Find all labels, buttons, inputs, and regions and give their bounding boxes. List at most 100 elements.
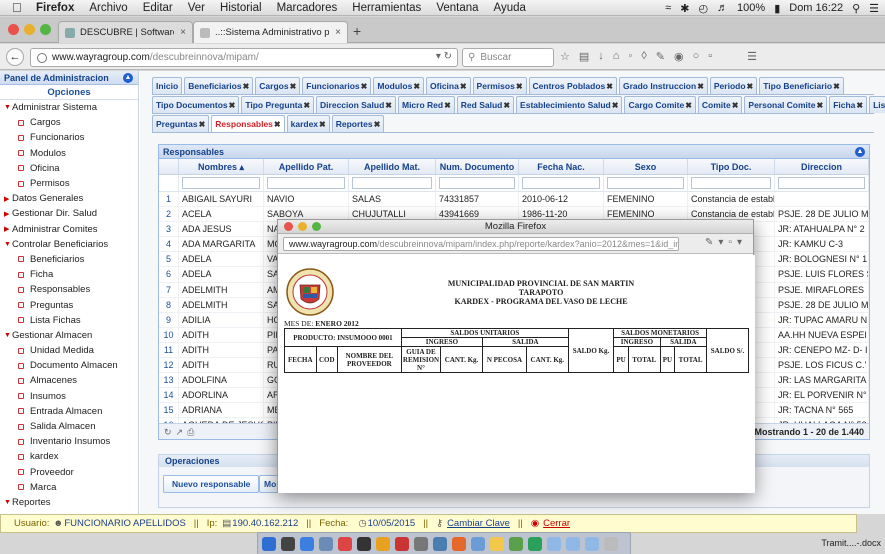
close-tab-icon[interactable]: ✖ (516, 82, 523, 91)
module-tab[interactable]: Comite ✖ (697, 96, 743, 113)
column-filter-input[interactable] (522, 177, 600, 189)
addon-icon[interactable]: ◉ (674, 50, 684, 63)
itunes-icon[interactable] (338, 536, 352, 551)
menu-archivo[interactable]: Archivo (89, 2, 127, 14)
close-tab-icon[interactable]: ✖ (199, 120, 206, 129)
menu-ayuda[interactable]: Ayuda (494, 2, 526, 14)
extension-icon[interactable]: ✎ (705, 237, 718, 248)
sidebar-item[interactable]: Entrada Almacen (0, 404, 138, 419)
expanded-arrow-icon[interactable]: ▼ (4, 332, 12, 339)
sidebar-item[interactable]: Beneficiarios (0, 252, 138, 267)
close-tab-icon[interactable]: ✖ (290, 82, 297, 91)
virtualbox-icon[interactable] (433, 536, 447, 551)
module-tab[interactable]: Funcionarios ✖ (302, 77, 372, 94)
module-tab[interactable]: Responsables ✖ (211, 115, 285, 132)
module-tab[interactable]: Red Salud ✖ (456, 96, 515, 113)
dropdown-icon[interactable]: ▾ (718, 237, 728, 248)
bluetooth-icon[interactable]: ✱ (680, 2, 689, 15)
close-tab-icon[interactable]: ✖ (816, 101, 823, 110)
popup-titlebar[interactable]: Mozilla Firefox (278, 220, 753, 234)
collapsed-arrow-icon[interactable]: ▶ (4, 225, 12, 233)
zoom-window-icon[interactable] (40, 24, 51, 35)
sidebar-item[interactable]: Marca (0, 480, 138, 495)
column-filter-input[interactable] (691, 177, 771, 189)
close-tab-icon[interactable]: ✖ (243, 82, 250, 91)
sidebar-item[interactable]: ▼ Reportes (0, 495, 138, 510)
refresh-icon[interactable]: ↻ (164, 427, 176, 437)
opera-icon[interactable] (395, 536, 409, 551)
module-tab[interactable]: Lista Fichas✖ (869, 96, 885, 113)
module-tab[interactable]: Centros Poblados ✖ (528, 77, 617, 94)
change-password-link[interactable]: Cambiar Clave (447, 518, 510, 529)
back-arrow-icon[interactable]: ← (6, 48, 24, 66)
clipboard-icon[interactable]: ▫ (728, 237, 737, 248)
column-filter-input[interactable] (778, 177, 865, 189)
close-tab-icon[interactable]: ✖ (460, 82, 467, 91)
app-icon[interactable] (509, 536, 523, 551)
apple-icon[interactable]:  (12, 0, 26, 15)
export-icon[interactable]: ↗ (176, 427, 188, 437)
close-tab-icon[interactable]: ✖ (503, 101, 510, 110)
close-tab-icon[interactable]: ✖ (374, 120, 381, 129)
chrome-icon[interactable] (376, 536, 390, 551)
module-tab[interactable]: Oficina ✖ (426, 77, 471, 94)
module-tab[interactable]: Tipo Documentos ✖ (152, 96, 240, 113)
sidebar-item[interactable]: ▶ Gestionar Dir. Salud (0, 206, 138, 221)
expanded-arrow-icon[interactable]: ▼ (4, 104, 12, 111)
minimize-window-icon[interactable] (24, 24, 35, 35)
menu-ventana[interactable]: Ventana (436, 2, 478, 14)
close-tab-icon[interactable]: ✖ (385, 101, 392, 110)
module-tab[interactable]: Ficha ✖ (829, 96, 868, 113)
menu-editar[interactable]: Editar (143, 2, 173, 14)
new-responsable-button[interactable]: Nuevo responsable (163, 475, 260, 493)
close-tab-icon[interactable]: × (335, 27, 341, 38)
menu-ver[interactable]: Ver (188, 2, 205, 14)
table-row[interactable]: 1 ABIGAIL SAYURI NAVIO SALAS 74331857 2010-06… (159, 192, 869, 208)
time-machine-icon[interactable]: ◴ (698, 2, 708, 15)
close-tab-icon[interactable]: ✖ (606, 82, 613, 91)
close-tab-icon[interactable]: ✖ (856, 101, 863, 110)
sidebar-item[interactable]: kardex (0, 449, 138, 464)
sidebar-item[interactable]: Almacenes (0, 373, 138, 388)
expanded-arrow-icon[interactable]: ▼ (4, 241, 12, 248)
sidebar-item[interactable]: Insumos (0, 389, 138, 404)
menubar-clock[interactable]: Dom 16:22 (789, 2, 843, 14)
firefox-icon[interactable] (452, 536, 466, 551)
module-tab[interactable]: Cargos ✖ (255, 77, 301, 94)
sidebar-item[interactable]: Responsables (0, 282, 138, 297)
expanded-arrow-icon[interactable]: ▼ (4, 499, 12, 506)
notes-icon[interactable] (490, 536, 504, 551)
collapsed-arrow-icon[interactable]: ▶ (4, 210, 12, 218)
close-tab-icon[interactable]: ✖ (685, 101, 692, 110)
notification-center-icon[interactable]: ☰ (869, 2, 879, 15)
sidebar-item[interactable]: Preguntas (0, 297, 138, 312)
popup-url-input[interactable]: www.wayragroup.com/descubreinnova/mipam/… (283, 237, 679, 251)
trash-icon[interactable] (604, 536, 618, 551)
column-filter-input[interactable] (352, 177, 432, 189)
sidebar-item[interactable]: Documento Almacen (0, 358, 138, 373)
sidebar-item[interactable]: Inventario Insumos (0, 434, 138, 449)
folder-icon[interactable] (566, 536, 580, 551)
module-tab[interactable]: Permisos ✖ (472, 77, 527, 94)
module-tab[interactable]: Modulos ✖ (373, 77, 425, 94)
module-tab[interactable]: Inicio (152, 77, 183, 94)
edit-icon[interactable]: ✎ (656, 50, 665, 63)
wifi-icon[interactable]: ≈ (665, 2, 671, 14)
module-tab[interactable]: Cargo Comite ✖ (624, 96, 696, 113)
close-tab-icon[interactable]: ✖ (732, 101, 739, 110)
close-tab-icon[interactable]: ✖ (303, 101, 310, 110)
chat-icon[interactable]: ○ (693, 50, 700, 63)
app-icon[interactable] (414, 536, 428, 551)
close-tab-icon[interactable]: ✖ (229, 101, 236, 110)
module-tab[interactable]: Tipo Pregunta ✖ (241, 96, 315, 113)
safari-icon[interactable] (300, 536, 314, 551)
logout-link[interactable]: Cerrar (543, 518, 570, 529)
column-filter-input[interactable] (267, 177, 345, 189)
sidebar-item[interactable]: Unidad Medida (0, 343, 138, 358)
collapse-icon[interactable]: ▲ (123, 73, 133, 83)
zoom-window-icon[interactable] (312, 222, 321, 231)
minimize-window-icon[interactable] (298, 222, 307, 231)
search-input[interactable]: ⚲ Buscar (462, 48, 554, 67)
module-tab[interactable]: Beneficiarios ✖ (184, 77, 254, 94)
sidebar-item[interactable]: Ficha (0, 267, 138, 282)
